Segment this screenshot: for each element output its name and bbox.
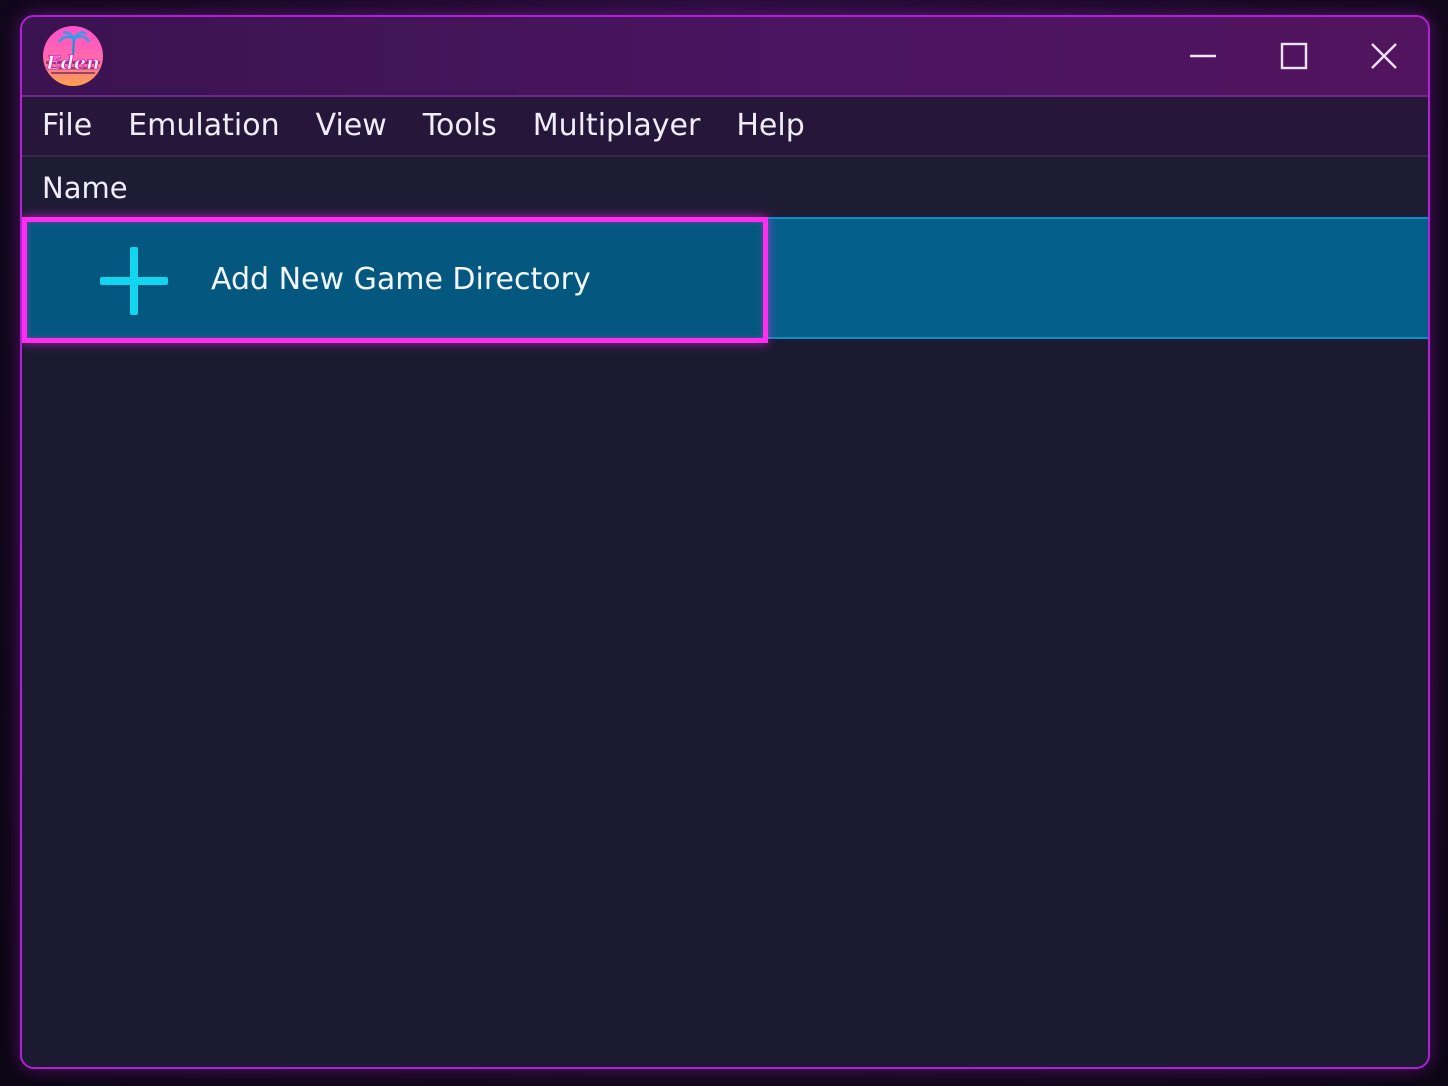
menu-tools[interactable]: Tools [405, 96, 515, 156]
menu-emulation[interactable]: Emulation [110, 96, 297, 156]
maximize-button[interactable] [1268, 31, 1320, 81]
close-button[interactable] [1358, 31, 1410, 81]
eden-logo-icon: Eden [42, 25, 104, 87]
menu-multiplayer[interactable]: Multiplayer [515, 96, 719, 156]
maximize-icon [1280, 42, 1308, 70]
close-icon [1370, 42, 1398, 70]
svg-text:Eden: Eden [45, 52, 100, 74]
plus-icon [99, 246, 169, 316]
list-header: Name [22, 159, 1428, 218]
add-game-directory-label: Add New Game Directory [211, 262, 591, 297]
menu-file[interactable]: File [24, 96, 110, 156]
add-game-directory-row[interactable]: Add New Game Directory [22, 217, 1428, 343]
column-header-name[interactable]: Name [42, 159, 128, 217]
minimize-button[interactable] [1177, 31, 1229, 81]
game-list[interactable]: Add New Game Directory [22, 217, 1428, 1067]
main-window: Eden File Emulation View Tools Multiplay… [20, 15, 1430, 1069]
menu-view[interactable]: View [298, 96, 405, 156]
title-bar[interactable]: Eden [22, 17, 1428, 97]
add-game-directory-cell[interactable]: Add New Game Directory [22, 217, 768, 343]
minimize-icon [1189, 42, 1217, 70]
menu-bar: File Emulation View Tools Multiplayer He… [22, 97, 1428, 157]
menu-help[interactable]: Help [718, 96, 822, 156]
